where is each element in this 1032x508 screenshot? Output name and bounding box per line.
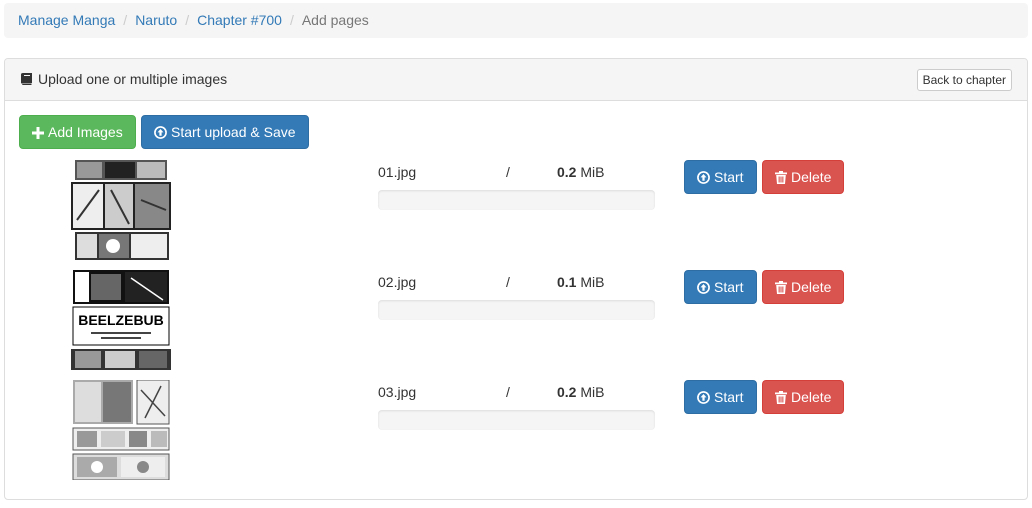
upload-circle-icon (697, 391, 710, 404)
upload-progress-bar (378, 300, 655, 320)
panel-title-text: Upload one or multiple images (38, 71, 228, 87)
upload-progress-bar (378, 190, 655, 210)
file-size: 0.1 MiB (557, 274, 604, 290)
manga-page-thumbnail (71, 160, 171, 260)
breadcrumb: Manage Manga / Naruto / Chapter #700 / Add pag… (4, 3, 1028, 38)
file-size-separator: / (506, 274, 510, 290)
file-name: 03.jpg (378, 384, 417, 400)
start-label: Start (714, 169, 744, 185)
delete-file-button[interactable]: Delete (762, 380, 845, 414)
file-size: 0.2 MiB (557, 384, 604, 400)
thumbnail-text: BEELZEBUB (78, 312, 164, 328)
delete-label: Delete (791, 169, 832, 185)
file-name: 02.jpg (378, 274, 417, 290)
breadcrumb-separator: / (289, 12, 294, 28)
breadcrumb-chapter[interactable]: Chapter #700 (197, 12, 282, 28)
add-images-button[interactable]: Add Images (19, 115, 136, 149)
start-upload-button[interactable]: Start (684, 380, 757, 414)
breadcrumb-manage-manga[interactable]: Manage Manga (18, 12, 115, 28)
breadcrumb-separator: / (123, 12, 128, 28)
file-size-unit: MiB (580, 164, 605, 180)
file-size-unit: MiB (580, 274, 605, 290)
upload-circle-icon (697, 171, 710, 184)
book-icon (21, 73, 32, 85)
start-label: Start (714, 279, 744, 295)
file-row: 01.jpg / 0.2 MiB Start Delete (5, 160, 1029, 270)
file-size-separator: / (506, 384, 510, 400)
file-size-value: 0.1 (557, 274, 577, 290)
manga-page-thumbnail: BEELZEBUB (71, 270, 171, 370)
panel-heading: Upload one or multiple images Back to ch… (5, 59, 1027, 101)
back-to-chapter-button[interactable]: Back to chapter (916, 69, 1012, 91)
start-upload-save-label: Start upload & Save (171, 124, 296, 140)
manga-page-thumbnail (71, 380, 171, 480)
file-size-unit: MiB (580, 384, 605, 400)
start-upload-save-button[interactable]: Start upload & Save (141, 115, 309, 149)
file-row: BEELZEBUB 02.jpg / 0.1 MiB Start Delete (5, 270, 1029, 380)
file-name: 01.jpg (378, 164, 417, 180)
file-size-value: 0.2 (557, 164, 577, 180)
start-upload-button[interactable]: Start (684, 270, 757, 304)
delete-file-button[interactable]: Delete (762, 160, 845, 194)
breadcrumb-naruto[interactable]: Naruto (135, 12, 177, 28)
add-images-label: Add Images (48, 124, 123, 140)
delete-label: Delete (791, 389, 832, 405)
upload-circle-icon (154, 126, 167, 139)
plus-icon (32, 127, 44, 139)
trash-icon (775, 391, 787, 404)
panel-title: Upload one or multiple images (21, 71, 227, 87)
file-row: 03.jpg / 0.2 MiB Start Delete (5, 380, 1029, 490)
delete-label: Delete (791, 279, 832, 295)
file-size: 0.2 MiB (557, 164, 604, 180)
delete-file-button[interactable]: Delete (762, 270, 845, 304)
start-upload-button[interactable]: Start (684, 160, 757, 194)
file-size-value: 0.2 (557, 384, 577, 400)
file-size-separator: / (506, 164, 510, 180)
trash-icon (775, 171, 787, 184)
upload-circle-icon (697, 281, 710, 294)
trash-icon (775, 281, 787, 294)
start-label: Start (714, 389, 744, 405)
upload-panel: Upload one or multiple images Back to ch… (4, 58, 1028, 500)
upload-progress-bar (378, 410, 655, 430)
breadcrumb-separator: / (185, 12, 190, 28)
breadcrumb-current-page: Add pages (301, 12, 369, 28)
